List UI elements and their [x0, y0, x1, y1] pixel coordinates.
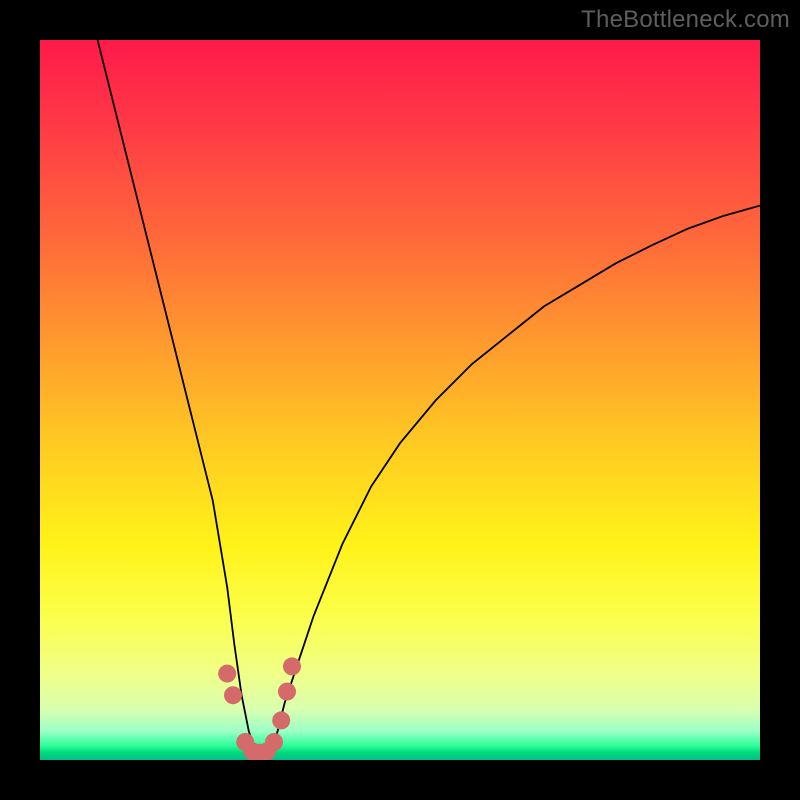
marker-dot [278, 683, 296, 701]
marker-dot [218, 665, 236, 683]
marker-dot [272, 711, 290, 729]
plot-area [40, 40, 760, 760]
marker-dot [283, 657, 301, 675]
bottleneck-curve [98, 40, 760, 760]
curve-svg [40, 40, 760, 760]
chart-frame: TheBottleneck.com [0, 0, 800, 800]
watermark-text: TheBottleneck.com [581, 6, 790, 34]
highlight-markers [218, 657, 301, 760]
marker-dot [224, 686, 242, 704]
marker-dot [265, 733, 283, 751]
